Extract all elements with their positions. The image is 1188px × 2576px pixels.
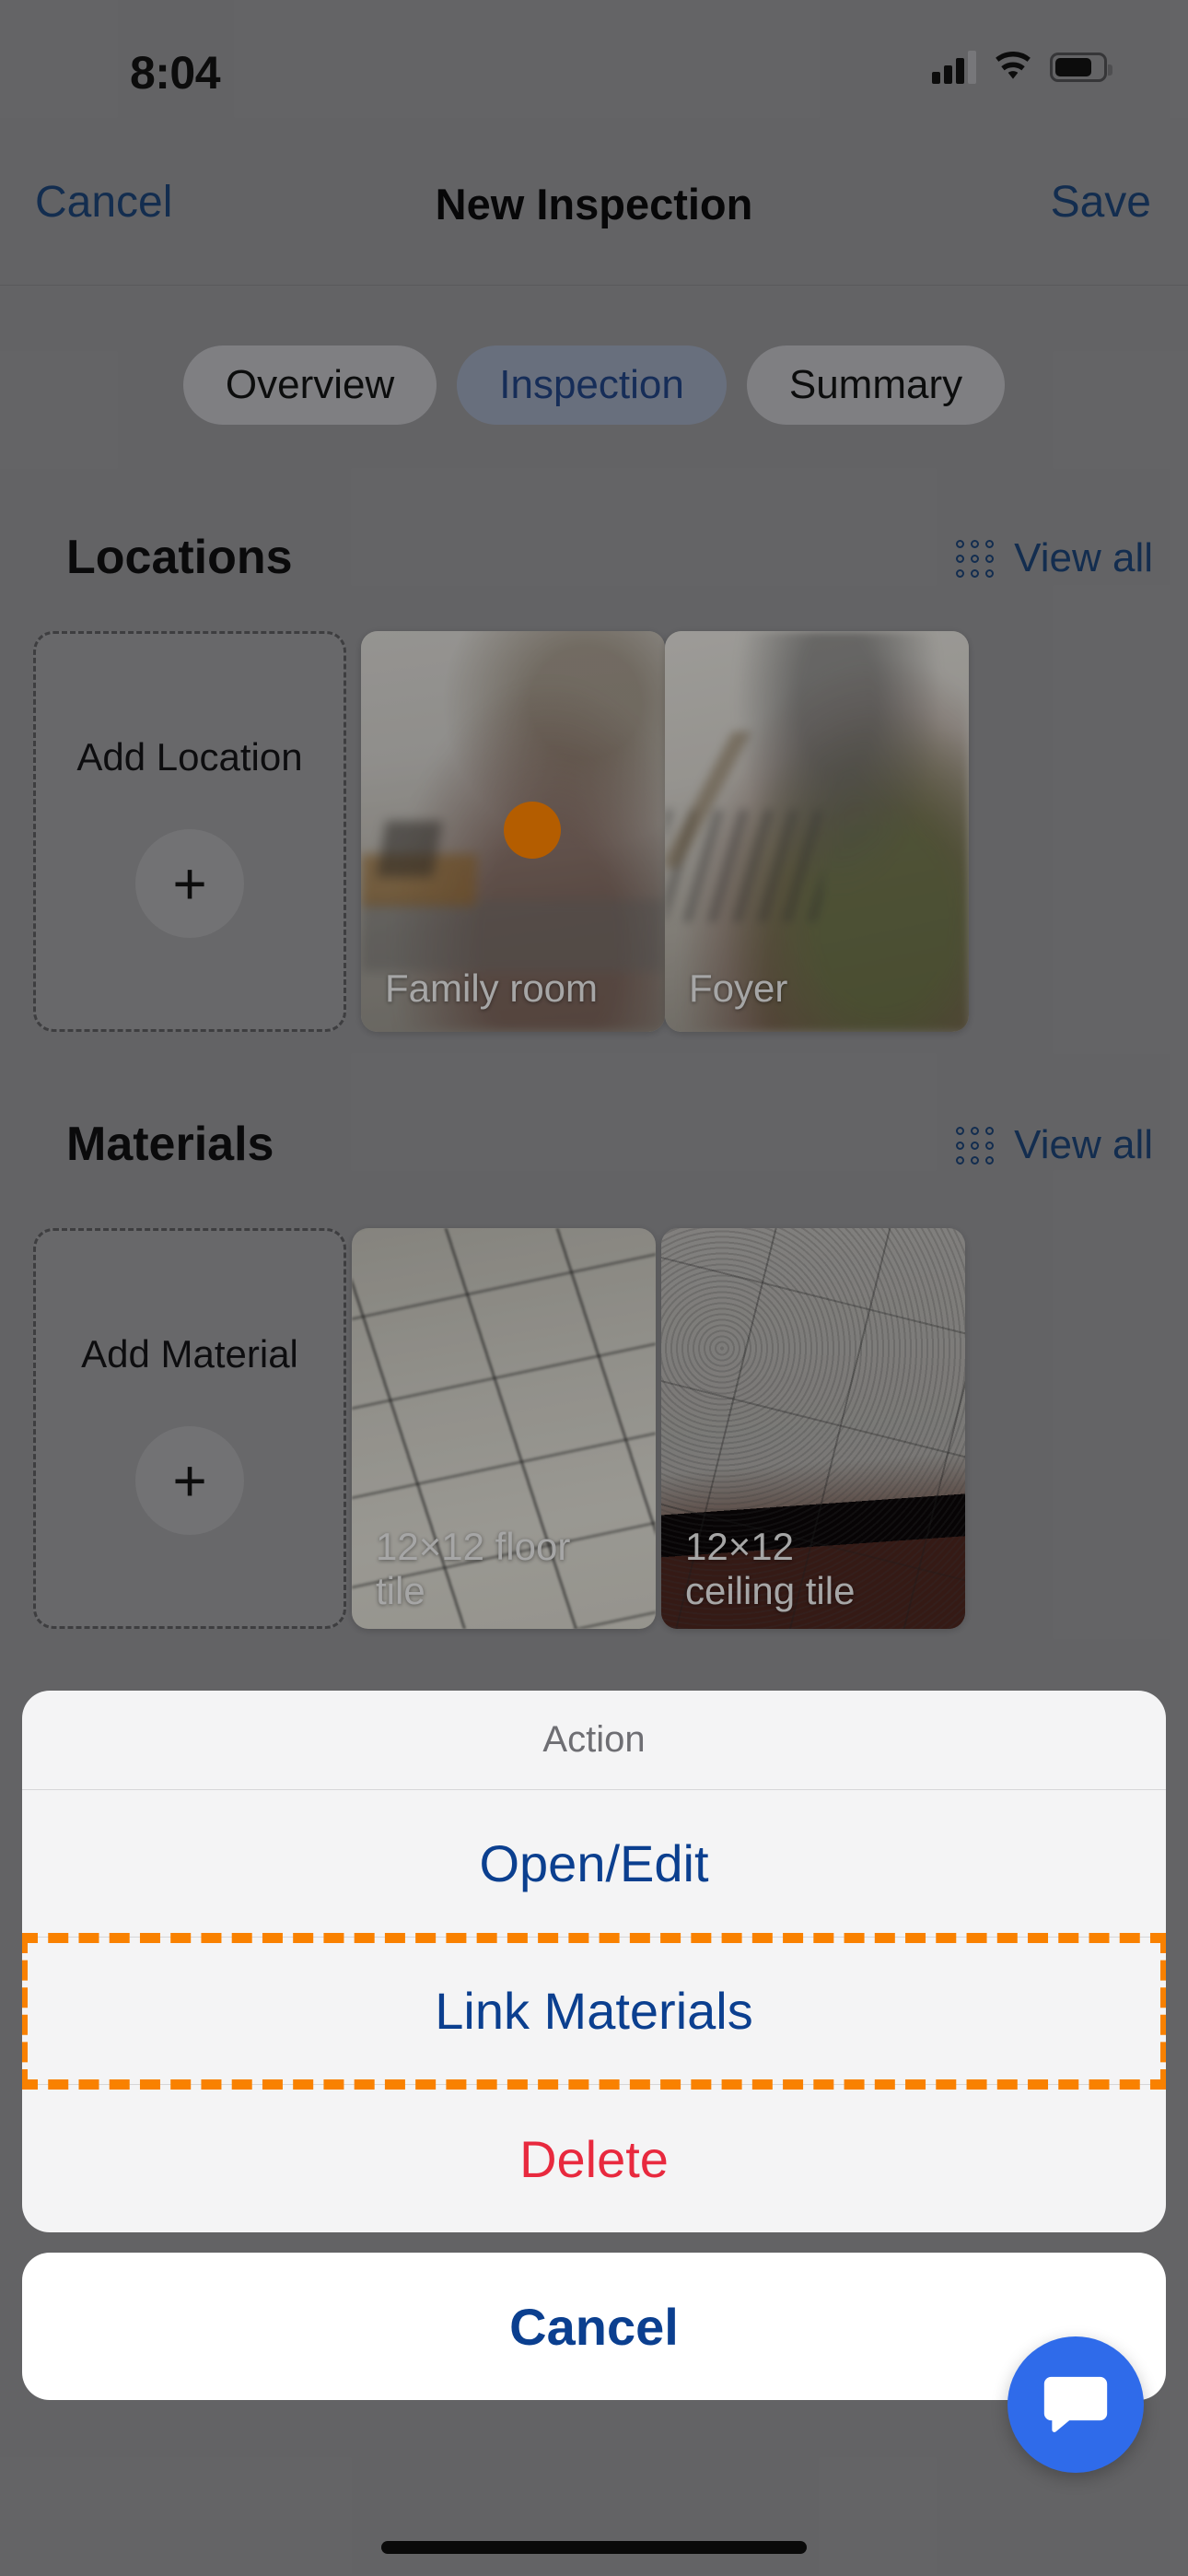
- material-card-floor-tile[interactable]: 12×12 floor tile: [352, 1228, 656, 1629]
- location-card-caption: Foyer: [689, 966, 788, 1011]
- nav-save-button[interactable]: Save: [1051, 177, 1151, 228]
- action-sheet-options-group: Action Open/Edit Link Materials Delete: [22, 1691, 1166, 2232]
- action-delete-button[interactable]: Delete: [22, 2085, 1166, 2232]
- add-material-card[interactable]: Add Material +: [33, 1228, 346, 1629]
- materials-view-all-label: View all: [1014, 1122, 1153, 1167]
- material-card-ceiling-tile[interactable]: 12×12 ceiling tile: [661, 1228, 965, 1629]
- home-indicator: [381, 2541, 807, 2554]
- plus-icon[interactable]: +: [135, 829, 244, 938]
- status-bar-icons: [932, 51, 1112, 84]
- status-bar-time: 8:04: [129, 47, 221, 99]
- cellular-signal-icon: [932, 51, 976, 84]
- materials-view-all-button[interactable]: View all: [956, 1122, 1153, 1168]
- materials-section-header: Materials View all: [0, 1117, 1188, 1181]
- tab-inspection[interactable]: Inspection: [457, 345, 727, 425]
- status-bar: 8:04: [0, 0, 1188, 129]
- materials-title: Materials: [66, 1118, 274, 1171]
- tab-overview[interactable]: Overview: [182, 345, 437, 425]
- status-dot: [504, 802, 561, 859]
- tab-summary[interactable]: Summary: [746, 345, 1006, 425]
- add-material-label: Add Material: [81, 1332, 298, 1376]
- plus-icon[interactable]: +: [135, 1426, 244, 1535]
- add-location-card[interactable]: Add Location +: [33, 631, 346, 1032]
- action-link-materials-button[interactable]: Link Materials: [22, 1933, 1166, 2090]
- location-card-family-room[interactable]: Family room: [361, 631, 665, 1032]
- grid-dots-icon: [956, 539, 995, 578]
- nav-bar: Cancel New Inspection Save: [0, 129, 1188, 286]
- action-sheet-cancel-button[interactable]: Cancel: [22, 2253, 1166, 2400]
- action-open-edit-button[interactable]: Open/Edit: [22, 1790, 1166, 1938]
- materials-card-row[interactable]: Add Material + 12×12 floor tile 12×12 ce…: [0, 1228, 1188, 1629]
- add-location-label: Add Location: [76, 735, 303, 779]
- chat-bubble-button[interactable]: [1007, 2336, 1144, 2473]
- material-card-caption: 12×12 ceiling tile: [685, 1524, 856, 1613]
- locations-view-all-label: View all: [1014, 535, 1153, 580]
- tab-strip: Overview Inspection Summary: [0, 345, 1188, 425]
- locations-view-all-button[interactable]: View all: [956, 535, 1153, 581]
- grid-dots-icon: [956, 1126, 995, 1165]
- locations-section-header: Locations View all: [0, 530, 1188, 594]
- wifi-icon: [996, 52, 1031, 79]
- locations-title: Locations: [66, 531, 293, 584]
- chat-bubble-icon: [1043, 2376, 1108, 2432]
- location-card-foyer[interactable]: Foyer: [665, 631, 969, 1032]
- locations-card-row[interactable]: Add Location + Family room Foyer: [0, 631, 1188, 1032]
- action-sheet-title: Action: [22, 1691, 1166, 1790]
- location-card-caption: Family room: [385, 966, 599, 1011]
- material-card-caption: 12×12 floor tile: [376, 1524, 571, 1613]
- phone-screen: 8:04 Cancel New Inspection Save Overview: [0, 0, 1188, 2576]
- action-sheet: Action Open/Edit Link Materials Delete C…: [22, 1691, 1166, 2400]
- page-title: New Inspection: [435, 180, 753, 228]
- battery-icon: [1050, 53, 1112, 82]
